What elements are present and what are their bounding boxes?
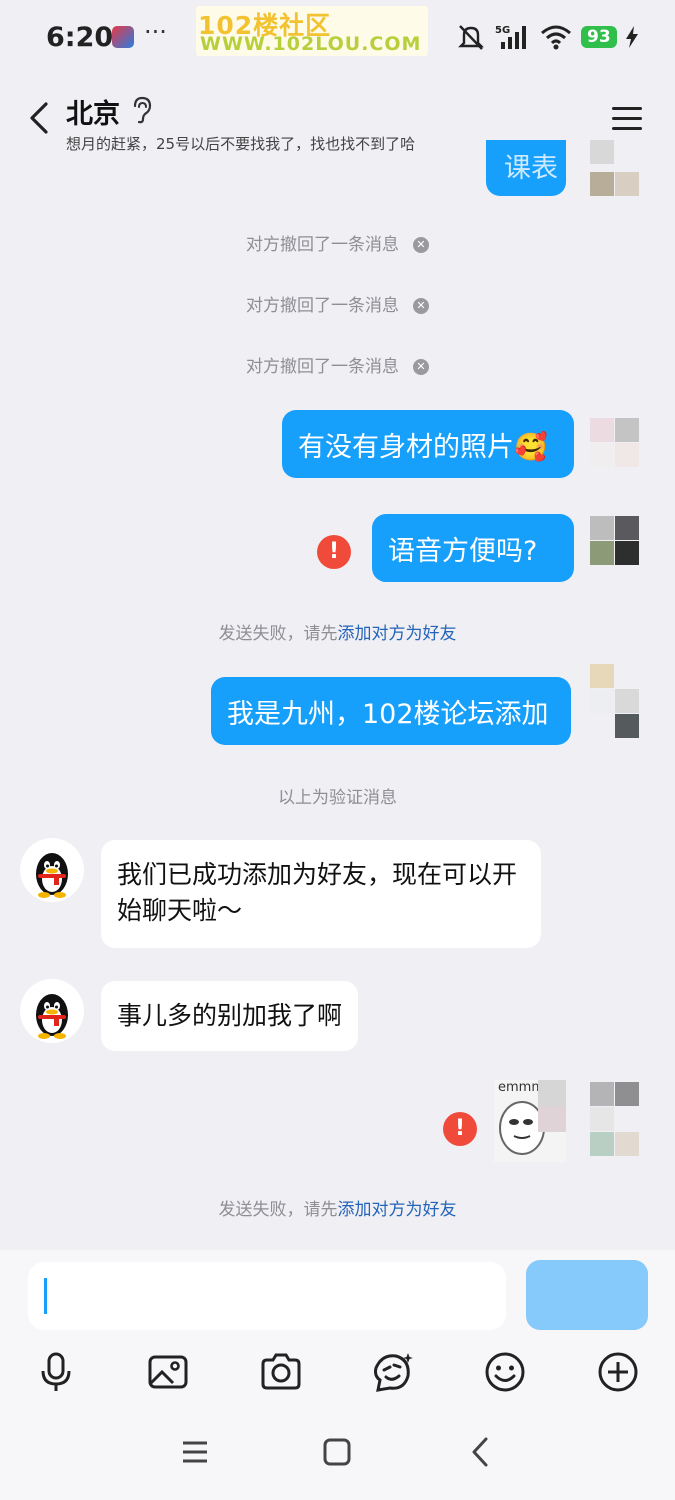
charging-icon [625, 26, 638, 48]
image-icon[interactable] [146, 1350, 190, 1394]
watermark-url: WWW.102LOU.COM [200, 33, 422, 55]
my-avatar[interactable] [590, 418, 640, 474]
send-button[interactable] [526, 1260, 648, 1330]
send-failed-text: 发送失败，请先 [218, 624, 338, 644]
send-failed-notice: 发送失败，请先添加对方为好友 [0, 1195, 675, 1220]
back-nav-icon[interactable] [460, 1432, 500, 1472]
signal-icon: 5G [495, 25, 526, 49]
dismiss-icon[interactable]: ✕ [413, 298, 429, 314]
my-avatar[interactable] [590, 140, 640, 196]
dismiss-icon[interactable]: ✕ [413, 359, 429, 375]
message-input[interactable] [28, 1262, 506, 1330]
recall-notice-text: 对方撤回了一条消息 [246, 357, 399, 377]
status-icons: 5G 93 [456, 22, 638, 52]
verify-notice: 以上为验证消息 [278, 788, 397, 808]
emoji-icon[interactable] [483, 1350, 527, 1394]
recall-notice-text: 对方撤回了一条消息 [246, 235, 399, 255]
add-friend-link[interactable]: 添加对方为好友 [338, 1200, 457, 1220]
send-failed-notice: 发送失败，请先添加对方为好友 [0, 619, 675, 644]
message-text: 有没有身材的照片🥰 [298, 431, 548, 463]
friend-avatar[interactable] [20, 838, 84, 902]
recall-notice-text: 对方撤回了一条消息 [246, 296, 399, 316]
camera-icon[interactable] [259, 1350, 303, 1394]
send-failed-icon[interactable]: ! [317, 535, 351, 569]
app-notification-icon [112, 26, 134, 48]
message-text: 课表 [504, 153, 558, 184]
sticker-face-icon [499, 1080, 566, 1155]
message-text: 事儿多的别加我了啊 [117, 1001, 343, 1030]
recents-icon[interactable] [175, 1432, 215, 1472]
back-icon[interactable] [22, 98, 62, 138]
wifi-icon [541, 25, 571, 50]
message-bubble-out[interactable]: 我是九州，102楼论坛添加 [211, 677, 571, 745]
recall-notice: 对方撤回了一条消息 ✕ [0, 291, 675, 316]
text-cursor [44, 1278, 47, 1314]
status-bar: 6:20 ··· 102楼社区 WWW.102LOU.COM 5G 93 [0, 0, 675, 76]
microphone-icon[interactable] [34, 1350, 78, 1394]
chat-signature: 想月的赶紧，25号以后不要找我了，找也找不到了哈 [66, 135, 416, 153]
ear-icon[interactable] [130, 95, 154, 125]
send-failed-icon[interactable]: ! [443, 1112, 477, 1146]
clock: 6:20 [46, 22, 114, 53]
message-text: 语音方便吗? [388, 535, 538, 567]
qq-penguin-icon [36, 994, 68, 1039]
my-avatar[interactable] [590, 516, 640, 572]
my-avatar[interactable] [590, 1082, 640, 1156]
message-bubble-out[interactable]: 有没有身材的照片🥰 [282, 410, 574, 478]
send-failed-text: 发送失败，请先 [218, 1200, 338, 1220]
sticker-message[interactable]: emmm [494, 1080, 566, 1162]
message-bubble-in[interactable]: 事儿多的别加我了啊 [101, 981, 359, 1051]
more-notifications: ··· [144, 18, 167, 46]
my-avatar[interactable] [590, 664, 640, 738]
message-bubble-in[interactable]: 我们已成功添加为好友，现在可以开始聊天啦～ [101, 840, 541, 948]
home-icon[interactable] [317, 1432, 357, 1472]
recall-notice: 对方撤回了一条消息 ✕ [0, 230, 675, 255]
battery-level: 93 [581, 26, 617, 48]
recall-notice: 对方撤回了一条消息 ✕ [0, 352, 675, 377]
silent-icon [458, 25, 484, 50]
qq-penguin-icon [36, 853, 68, 898]
add-friend-link[interactable]: 添加对方为好友 [338, 624, 457, 644]
menu-icon[interactable] [610, 104, 644, 134]
message-text: 我们已成功添加为好友，现在可以开始聊天啦～ [117, 860, 518, 925]
dismiss-icon[interactable]: ✕ [413, 237, 429, 253]
message-bubble-out[interactable]: 语音方便吗? [372, 514, 574, 582]
message-text: 我是九州，102楼论坛添加 [227, 698, 549, 730]
network-type: 5G [495, 25, 510, 36]
message-bubble-out-partial[interactable]: 课表 [486, 140, 566, 196]
friend-avatar[interactable] [20, 979, 84, 1043]
sticker-icon[interactable] [370, 1350, 414, 1394]
chat-title[interactable]: 北京 [66, 92, 120, 131]
plus-icon[interactable] [596, 1350, 640, 1394]
